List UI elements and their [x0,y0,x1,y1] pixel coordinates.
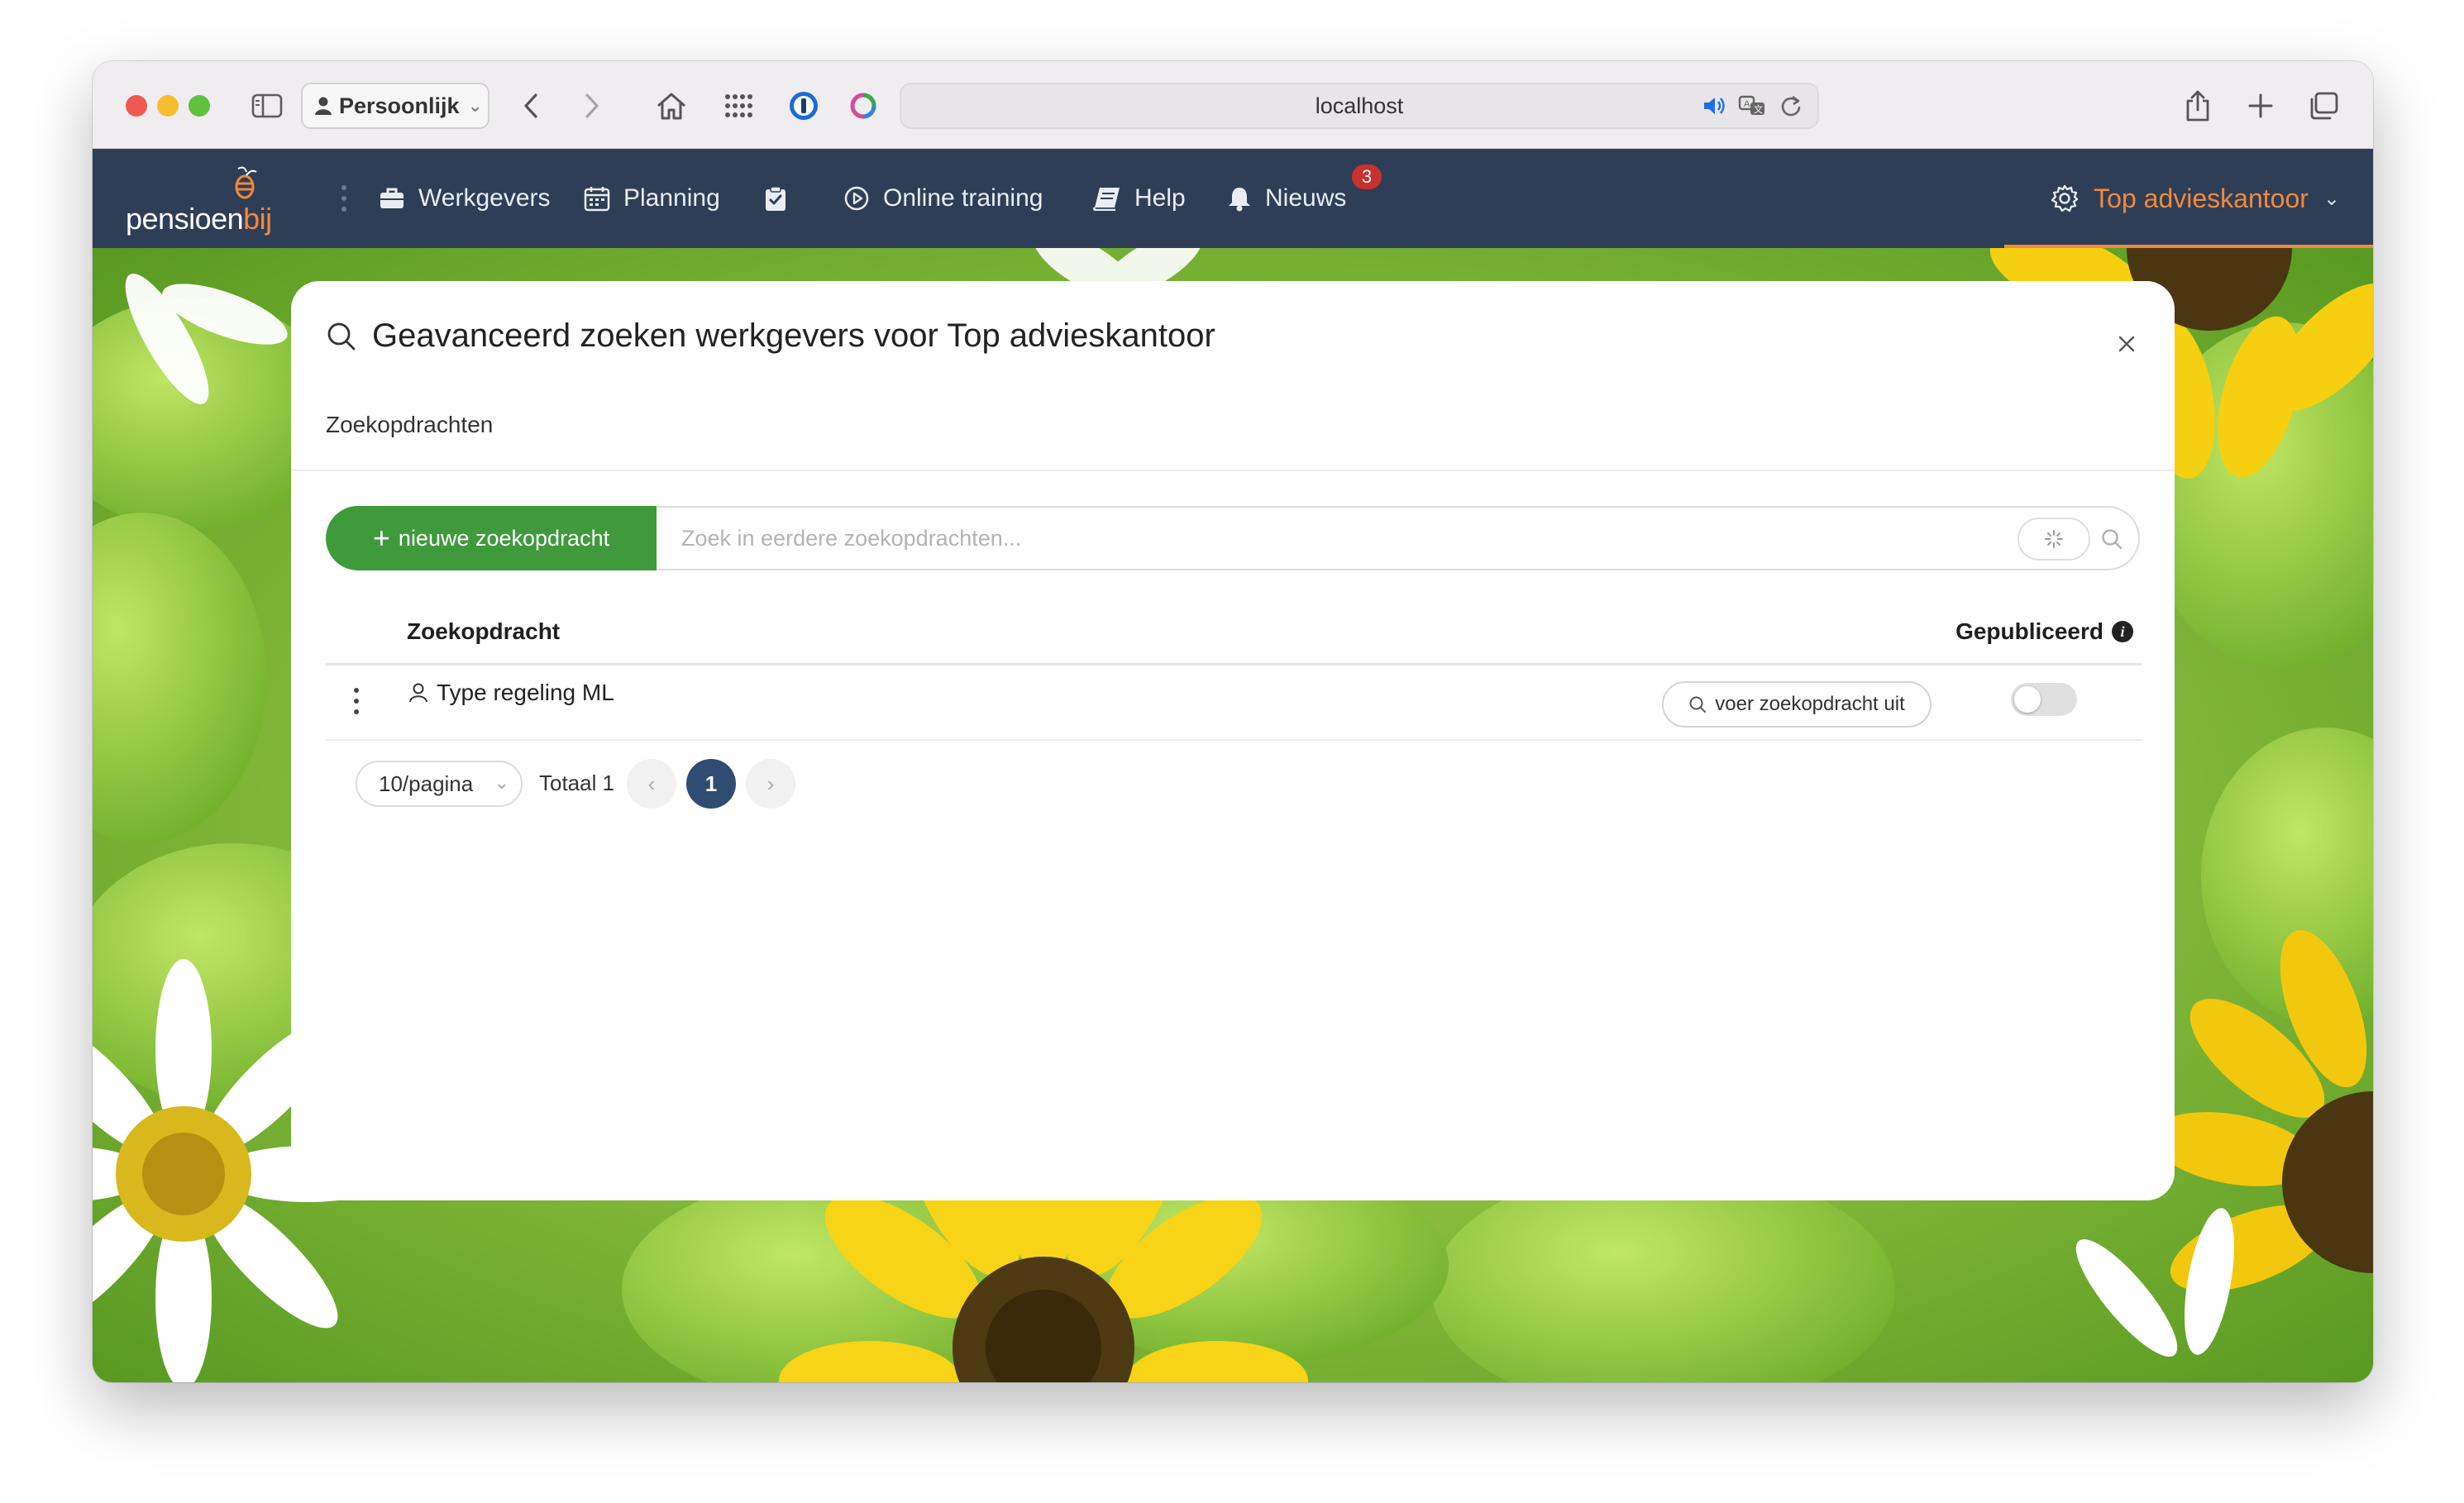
tab-overview-icon[interactable] [2305,86,2342,126]
bee-icon [235,166,257,199]
password-manager-icon[interactable] [784,86,824,126]
reload-icon[interactable] [1779,94,1803,117]
modal-title: Geavanceerd zoeken werkgevers voor Top a… [326,317,1215,355]
tab-zoekopdrachten[interactable]: Zoekopdrachten [326,412,493,438]
plus-icon: + [372,521,390,555]
divider [291,470,2175,471]
book-icon [1093,188,1120,211]
modal-title-text: Geavanceerd zoeken werkgevers voor Top a… [372,317,1215,354]
logo-text-accent: bij [243,202,272,236]
nav-item-label: Help [1134,184,1186,212]
toggle-knob [2014,686,2041,713]
play-circle-icon [844,186,869,211]
chevron-down-icon: ⌄ [2323,187,2340,210]
nav-item-tasks[interactable] [764,149,800,248]
browser-toolbar: Persoonlijk ⌄ localhost A文 [93,61,2373,149]
browser-window: Persoonlijk ⌄ localhost A文 pensioenbij W… [93,61,2373,1382]
column-header-gepubliceerd[interactable]: Gepubliceerd i [1955,618,2133,645]
published-toggle[interactable] [2011,683,2077,716]
profile-selector[interactable]: Persoonlijk ⌄ [301,83,489,129]
nav-item-label: Online training [883,184,1043,212]
nav-item-nieuws[interactable]: Nieuws [1227,149,1346,248]
svg-text:文: 文 [1754,103,1763,115]
column-header-zoekopdracht[interactable]: Zoekopdracht [407,618,560,645]
info-icon[interactable]: i [2112,621,2133,642]
total-count: Totaal 1 [539,771,615,795]
content-area: Geavanceerd zoeken werkgevers voor Top a… [93,248,2373,1382]
sidebar-toggle-icon[interactable] [248,86,286,126]
run-search-button[interactable]: voer zoekopdracht uit [1662,681,1932,728]
audio-icon[interactable] [1702,95,1726,117]
pensioenbij-logo[interactable]: pensioenbij [126,166,283,236]
row-name[interactable]: Type regeling ML [408,680,614,706]
page-size-select[interactable]: 10/pagina ⌄ [356,761,523,807]
search-icon[interactable] [2100,527,2123,551]
new-tab-icon[interactable] [2242,86,2279,126]
home-icon[interactable] [652,86,691,126]
column-header-label: Gepubliceerd [1955,618,2103,644]
bell-icon [1229,188,1250,212]
url-text: localhost [1315,93,1404,118]
table-header-divider [326,663,2142,666]
organization-name: Top advieskantoor [2094,183,2309,213]
nav-item-planning[interactable]: Planning [584,149,720,248]
address-bar[interactable]: localhost A文 [900,83,1819,129]
logo-text-main: pensioen [126,202,244,236]
search-icon [327,322,356,350]
sparkle-icon [2045,530,2063,548]
profile-label: Persoonlijk [339,93,460,118]
search-icon [1689,696,1707,713]
page-size-label: 10/pagina [379,771,474,796]
calendar-icon [584,187,610,212]
previous-searches-search [657,506,2140,570]
nav-item-online-training[interactable]: Online training [843,149,1043,248]
page-button[interactable]: 1 [686,759,736,809]
close-window-button[interactable] [126,95,147,117]
table-row-divider [326,739,2142,741]
translate-icon[interactable]: A文 [1738,94,1768,117]
chevron-down-icon: ⌄ [494,772,509,793]
advanced-search-modal: Geavanceerd zoeken werkgevers voor Top a… [291,281,2175,1200]
share-icon[interactable] [2180,86,2216,126]
user-icon [409,683,427,703]
nav-item-help[interactable]: Help [1093,149,1186,248]
previous-page-button[interactable]: ‹ [627,759,676,809]
extension-ring-icon[interactable] [843,86,883,126]
apps-grid-icon[interactable] [719,86,759,126]
new-search-label: nieuwe zoekopdracht [398,525,610,551]
gear-icon [2051,184,2079,212]
clipboard-check-icon [766,186,786,211]
nav-more-handle[interactable] [341,149,361,248]
site-navbar: pensioenbij Werkgevers Planning Online t… [93,149,2373,248]
back-icon[interactable] [514,86,547,126]
nav-item-werkgevers[interactable]: Werkgevers [379,149,551,248]
minimize-window-button[interactable] [157,95,179,117]
nav-item-label: Werkgevers [418,184,551,212]
nav-item-label: Planning [623,184,720,212]
chevron-down-icon: ⌄ [467,95,483,116]
forward-icon[interactable] [575,86,609,126]
person-icon [315,97,332,115]
next-page-button[interactable]: › [746,759,795,809]
row-name-text: Type regeling ML [437,680,614,705]
notification-badge: 3 [1349,162,1384,192]
magic-wand-button[interactable] [2018,518,2090,561]
nav-item-label: Nieuws [1265,184,1347,212]
search-input[interactable] [681,508,2004,569]
run-search-label: voer zoekopdracht uit [1715,693,1905,715]
zoom-window-button[interactable] [189,95,210,117]
svg-text:A: A [1744,99,1750,109]
row-actions-menu-icon[interactable] [349,685,364,718]
organization-selector[interactable]: Top advieskantoor ⌄ [2051,149,2340,248]
close-icon[interactable] [2110,327,2143,360]
new-search-button[interactable]: + nieuwe zoekopdracht [326,506,657,570]
briefcase-icon [380,188,404,208]
